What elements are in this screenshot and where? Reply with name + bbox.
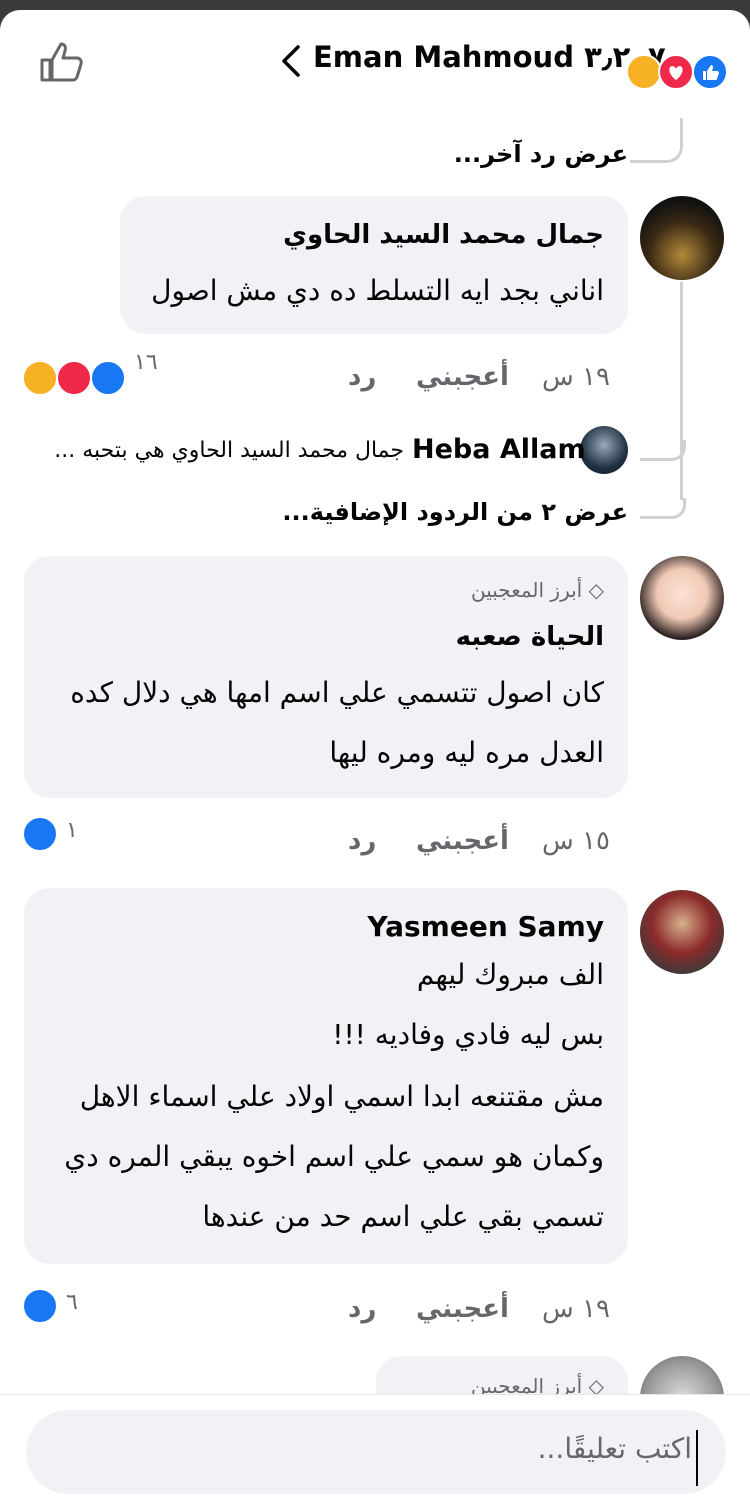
comment-text-line: كان اصول تتسمي علي اسم امها هي دلال كده (70, 676, 604, 709)
thread-line (640, 498, 686, 519)
comments-sheet: Eman Mahmoud و٣٫٢٠٧ عرض رد آخر... جمال م… (0, 10, 750, 1509)
avatar[interactable] (640, 890, 724, 974)
back-chevron-icon[interactable] (278, 44, 304, 78)
like-icon (22, 816, 58, 852)
comment-time: ١٩ س (542, 362, 610, 392)
comment-text-line: الف مبروك ليهم (416, 958, 604, 991)
comment-bubble: Yasmeen Samy الف مبروك ليهم بس ليه فادي … (24, 888, 628, 1264)
love-icon (658, 54, 694, 90)
comment-bubble: ◇ أبرز المعجبين الحياة صعبه كان اصول تتس… (24, 556, 628, 798)
comment-text-line: اناني بجد ايه التسلط ده دي مش اصول (151, 274, 604, 307)
reaction-count[interactable]: ٦ (66, 1290, 78, 1315)
comment-author[interactable]: جمال محمد السيد الحاوي (283, 220, 604, 250)
reaction-count[interactable]: ١٦ (134, 350, 158, 375)
like-action[interactable]: أعجبني (416, 1294, 509, 1324)
reply-preview-name[interactable]: Heba Allam (412, 434, 586, 465)
care-icon (626, 54, 662, 90)
reply-preview-snippet[interactable]: جمال محمد السيد الحاوي هي بتحبه ... (54, 438, 404, 463)
comment-author[interactable]: Yasmeen Samy (367, 910, 604, 943)
reaction-count[interactable]: ١ (66, 818, 78, 843)
text-caret (696, 1430, 698, 1486)
reply-action[interactable]: رد (348, 362, 376, 392)
comment-text-line: مش مقتنعه ابدا اسمي اولاد علي اسماء الاه… (79, 1080, 604, 1113)
like-action[interactable]: أعجبني (416, 826, 509, 856)
comment-bubble: جمال محمد السيد الحاوي اناني بجد ايه الت… (120, 196, 628, 334)
love-icon (56, 360, 92, 396)
like-icon (22, 1288, 58, 1324)
comment-author[interactable]: الحياة صعبه (456, 622, 604, 652)
like-page-icon[interactable] (38, 40, 86, 84)
avatar[interactable] (580, 426, 628, 474)
avatar[interactable] (640, 196, 724, 280)
like-icon (90, 360, 126, 396)
comment-time: ١٥ س (542, 826, 610, 856)
comment-time: ١٩ س (542, 1294, 610, 1324)
comment-text-line: بس ليه فادي وفاديه !!! (332, 1018, 604, 1051)
comment-input[interactable]: اكتب تعليقًا... (26, 1410, 726, 1494)
thread-line (630, 118, 683, 163)
comment-placeholder: اكتب تعليقًا... (537, 1432, 692, 1465)
care-icon (22, 360, 58, 396)
view-more-reply-link[interactable]: عرض رد آخر... (454, 140, 628, 168)
diamond-icon: ◇ (588, 578, 604, 602)
like-icon (692, 54, 728, 90)
reply-action[interactable]: رد (348, 826, 376, 856)
comment-text-line: وكمان هو سمي علي اسم اخوه يبقي المره دي (64, 1140, 604, 1173)
header: Eman Mahmoud و٣٫٢٠٧ (0, 10, 750, 110)
reply-action[interactable]: رد (348, 1294, 376, 1324)
thread-line (680, 282, 683, 500)
avatar[interactable] (640, 556, 724, 640)
top-fan-badge: ◇ أبرز المعجبين (471, 578, 604, 602)
view-more-replies-link[interactable]: عرض ٢ من الردود الإضافية... (282, 498, 628, 526)
comment-text-line: تسمي بقي علي اسم حد من عندها (202, 1200, 604, 1233)
top-fan-label: أبرز المعجبين (471, 578, 583, 602)
like-action[interactable]: أعجبني (416, 362, 509, 392)
thread-line (640, 440, 686, 461)
comment-text-line: العدل مره ليه ومره ليها (329, 736, 604, 769)
